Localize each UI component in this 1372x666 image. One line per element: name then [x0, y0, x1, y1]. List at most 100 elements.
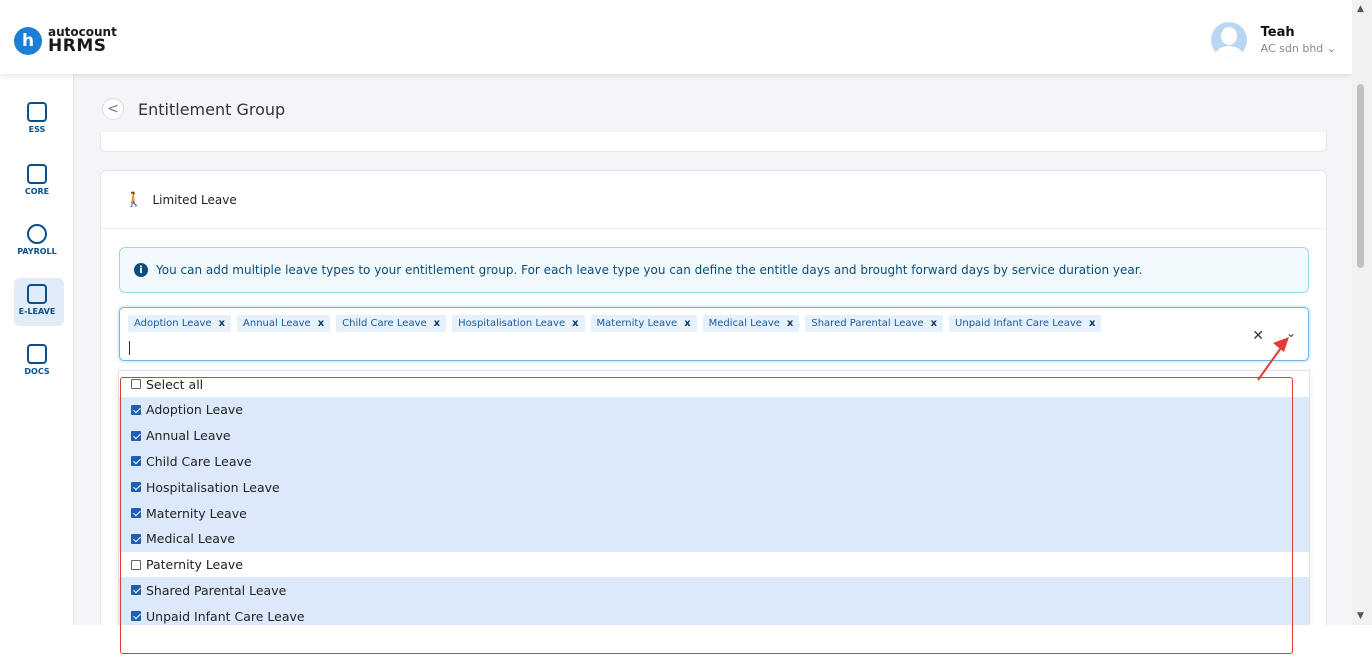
sidebar-item-e-leave[interactable]: E-LEAVE	[0, 278, 74, 326]
selected-tags: Adoption Leave x Annual Leave x Child Care L…	[128, 315, 1107, 332]
checkbox-checked-icon[interactable]	[131, 430, 141, 441]
back-button[interactable]: <	[102, 98, 124, 120]
selected-tag: Child Care Leave x	[336, 315, 447, 332]
sidebar-item-label: CORE	[24, 187, 50, 196]
card-header: 🚶 Limited Leave	[101, 171, 1326, 229]
option-label: Medical Leave	[146, 531, 236, 547]
checkbox-unchecked-icon[interactable]	[131, 559, 141, 570]
app-viewport: h autocount HRMS Teah AC sdn bhd ⌄ ESS C…	[0, 0, 1352, 625]
tag-label: Maternity Leave	[596, 318, 678, 329]
option-label: Hospitalisation Leave	[146, 479, 280, 495]
tag-remove-icon[interactable]: x	[572, 318, 578, 329]
tag-remove-icon[interactable]: x	[434, 318, 440, 329]
option-label: Maternity Leave	[146, 505, 247, 521]
tag-label: Hospitalisation Leave	[458, 318, 566, 329]
docs-icon	[27, 344, 47, 364]
checkbox-checked-icon[interactable]	[131, 533, 141, 544]
core-icon	[27, 164, 47, 184]
tag-label: Annual Leave	[243, 318, 311, 329]
tag-label: Adoption Leave	[134, 318, 212, 329]
dropdown-option[interactable]: Adoption Leave	[119, 396, 1309, 423]
selected-tag: Maternity Leave x	[590, 315, 697, 332]
logo-text: autocount HRMS	[48, 26, 117, 55]
walking-person-icon: 🚶	[125, 191, 143, 208]
tag-remove-icon[interactable]: x	[1089, 318, 1095, 329]
checkbox-checked-icon[interactable]	[131, 482, 141, 493]
page-scrollbar[interactable]: ▲ ▼	[1352, 0, 1372, 625]
dropdown-option[interactable]: Shared Parental Leave	[119, 577, 1309, 604]
tag-remove-icon[interactable]: x	[219, 318, 225, 329]
option-label: Shared Parental Leave	[146, 582, 287, 598]
user-menu[interactable]: Teah AC sdn bhd ⌄	[1210, 22, 1336, 58]
info-banner: i You can add multiple leave types to yo…	[119, 247, 1309, 293]
checkbox-checked-icon[interactable]	[131, 404, 141, 415]
page-header: < Entitlement Group	[102, 98, 285, 120]
selected-tag: Shared Parental Leave x	[805, 315, 944, 332]
logo-mark-icon: h	[14, 26, 42, 55]
app-logo[interactable]: h autocount HRMS	[14, 26, 117, 55]
tag-remove-icon[interactable]: x	[318, 318, 324, 329]
tag-label: Shared Parental Leave	[811, 318, 924, 329]
sidebar-item-label: E-LEAVE	[18, 307, 56, 316]
checkbox-checked-icon[interactable]	[131, 508, 141, 518]
sidebar-item-ess[interactable]: ESS	[0, 102, 74, 134]
sidebar-item-label: PAYROLL	[17, 247, 57, 256]
avatar[interactable]	[1210, 22, 1247, 58]
scroll-up-arrow-icon[interactable]: ▲	[1357, 4, 1364, 14]
page-title: Entitlement Group	[138, 99, 286, 119]
dropdown-option[interactable]: Paternity Leave	[119, 552, 1309, 578]
scroll-down-arrow-icon[interactable]: ▼	[1357, 611, 1364, 621]
company-selector[interactable]: AC sdn bhd ⌄	[1261, 42, 1336, 55]
dropdown-option[interactable]: Maternity Leave	[119, 500, 1309, 526]
tag-label: Unpaid Infant Care Leave	[955, 318, 1082, 329]
chevron-down-icon[interactable]: ⌄	[1286, 326, 1296, 340]
sidebar-item-payroll[interactable]: PAYROLL	[0, 224, 74, 256]
option-label: Paternity Leave	[146, 557, 243, 573]
calendar-icon	[27, 284, 47, 304]
info-icon: i	[134, 263, 148, 277]
option-label: Select all	[146, 376, 204, 392]
sidebar-item-core[interactable]: CORE	[0, 164, 74, 196]
ess-icon	[27, 102, 47, 122]
user-name: Teah	[1260, 25, 1295, 40]
info-text: You can add multiple leave types to your…	[156, 263, 1143, 277]
card-title: Limited Leave	[152, 192, 237, 207]
tag-remove-icon[interactable]: x	[787, 318, 793, 329]
sidebar: ESS CORE PAYROLL E-LEAVE DOCS	[0, 74, 74, 625]
scroll-thumb[interactable]	[1357, 84, 1364, 268]
checkbox-unchecked-icon[interactable]	[131, 379, 141, 389]
sidebar-item-label: ESS	[28, 125, 46, 134]
selected-tag: Unpaid Infant Care Leave x	[949, 315, 1102, 332]
clear-icon[interactable]: ✕	[1252, 328, 1264, 344]
select-all-option[interactable]: Select all	[119, 371, 1309, 397]
sidebar-item-label: DOCS	[24, 367, 50, 376]
top-bar: h autocount HRMS Teah AC sdn bhd ⌄	[0, 0, 1352, 74]
tag-label: Child Care Leave	[342, 318, 427, 329]
option-label: Annual Leave	[146, 428, 231, 444]
selected-tag: Hospitalisation Leave x	[452, 315, 585, 332]
previous-card-bottom	[100, 132, 1327, 152]
option-label: Adoption Leave	[146, 402, 243, 418]
selected-tag: Adoption Leave x	[128, 315, 232, 332]
option-label: Unpaid Infant Care Leave	[146, 608, 305, 624]
checkbox-checked-icon[interactable]	[131, 611, 141, 622]
selected-tag: Medical Leave x	[702, 315, 800, 332]
leave-type-multiselect[interactable]: Adoption Leave x Annual Leave x Child Care L…	[119, 307, 1309, 361]
text-cursor	[129, 341, 130, 355]
tag-label: Medical Leave	[708, 318, 780, 329]
tag-remove-icon[interactable]: x	[931, 318, 937, 329]
sidebar-item-docs[interactable]: DOCS	[0, 344, 74, 376]
checkbox-checked-icon[interactable]	[131, 585, 141, 596]
tag-remove-icon[interactable]: x	[684, 318, 690, 329]
dropdown-option[interactable]: Child Care Leave	[119, 448, 1309, 475]
dropdown-option[interactable]: Hospitalisation Leave	[119, 474, 1309, 501]
checkbox-checked-icon[interactable]	[131, 456, 141, 467]
leave-type-dropdown: Select all Adoption Leave Annual Leave Chil…	[118, 370, 1310, 625]
selected-tag: Annual Leave x	[237, 315, 331, 332]
logo-bottom-text: HRMS	[48, 36, 107, 56]
dropdown-option[interactable]: Unpaid Infant Care Leave	[119, 603, 1309, 625]
payroll-icon	[27, 224, 47, 244]
dropdown-option[interactable]: Medical Leave	[119, 525, 1309, 552]
dropdown-option[interactable]: Annual Leave	[119, 422, 1309, 449]
option-label: Child Care Leave	[146, 453, 252, 469]
